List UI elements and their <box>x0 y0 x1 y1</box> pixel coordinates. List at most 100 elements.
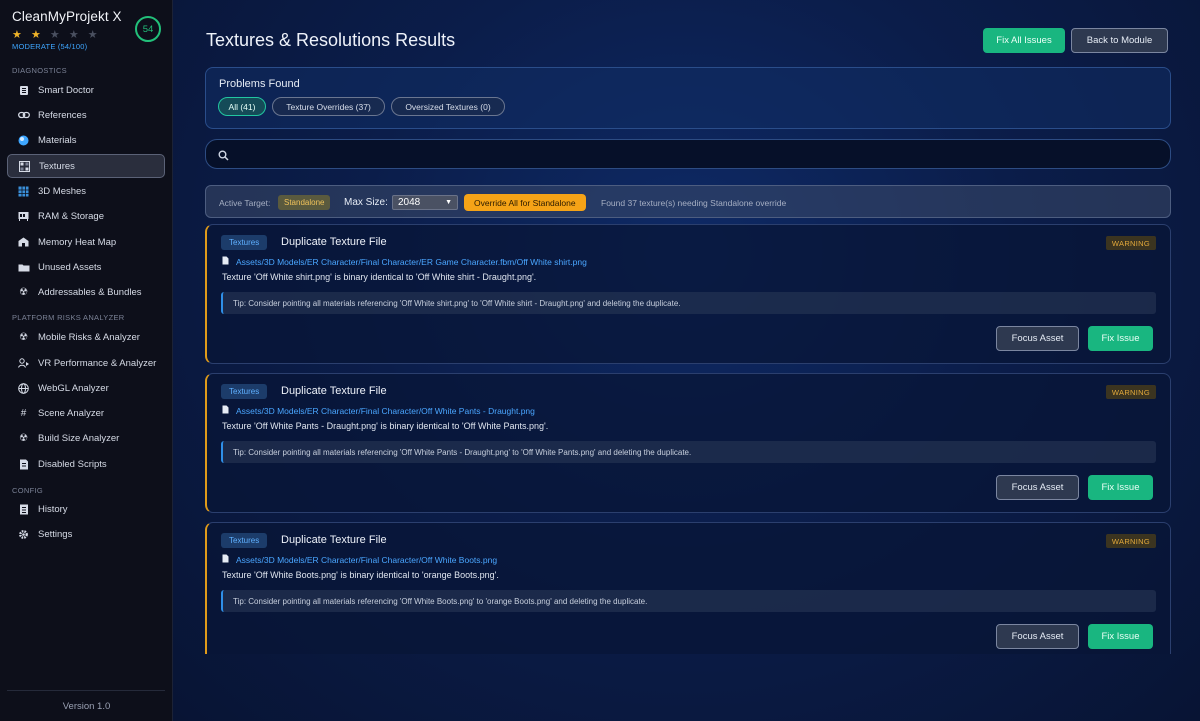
issue-list: Textures Duplicate Texture File WARNING … <box>205 224 1171 654</box>
issue-tip: Tip: Consider pointing all materials ref… <box>221 441 1156 463</box>
sidebar-item-addressables-bundles[interactable]: ☢ Addressables & Bundles <box>7 280 165 304</box>
override-all-button[interactable]: Override All for Standalone <box>464 194 586 211</box>
asset-path: Assets/3D Models/ER Character/Final Char… <box>236 554 498 565</box>
sidebar-item-vr-performance[interactable]: VR Performance & Analyzer <box>7 351 165 375</box>
section-platform-risks: PLATFORM RISKS ANALYZER <box>12 313 125 322</box>
sidebar-item-label: RAM & Storage <box>38 210 104 222</box>
sidebar-item-unused-assets[interactable]: Unused Assets <box>7 255 165 279</box>
sidebar-item-materials[interactable]: Materials <box>7 128 165 152</box>
focus-asset-button[interactable]: Focus Asset <box>996 624 1079 649</box>
globe-icon <box>17 382 30 395</box>
target-bar: Active Target: Standalone Max Size: 2048… <box>205 185 1171 218</box>
issue-description: Texture 'Off White shirt.png' is binary … <box>222 272 537 282</box>
star-icon: ★ <box>68 29 82 41</box>
heatmap-icon <box>17 236 30 249</box>
mesh-icon <box>17 185 30 198</box>
sphere-icon <box>17 134 30 147</box>
rating-stars: ★ ★ ★ ★ ★ <box>12 28 122 41</box>
file-icon <box>222 554 229 565</box>
found-count-text: Found 37 texture(s) needing Standalone o… <box>601 197 787 208</box>
fix-issue-button[interactable]: Fix Issue <box>1088 326 1153 351</box>
filter-chip-oversized-textures[interactable]: Oversized Textures (0) <box>391 97 505 116</box>
section-diagnostics: DIAGNOSTICS <box>12 66 67 75</box>
sidebar-item-history[interactable]: History <box>7 497 165 521</box>
filter-chip-texture-overrides[interactable]: Texture Overrides (37) <box>272 97 385 116</box>
search-icon <box>218 148 229 166</box>
sidebar: CleanMyProjekt X ★ ★ ★ ★ ★ MODERATE (54/… <box>0 0 173 721</box>
star-icon: ★ <box>87 29 101 41</box>
sidebar-item-settings[interactable]: Settings <box>7 522 165 546</box>
issue-description: Texture 'Off White Boots.png' is binary … <box>222 570 499 580</box>
max-size-value: 2048 <box>398 197 421 208</box>
issue-description: Texture 'Off White Pants - Draught.png' … <box>222 421 549 431</box>
asset-path-link[interactable]: Assets/3D Models/ER Character/Final Char… <box>222 405 535 416</box>
grid-icon <box>18 160 31 173</box>
fix-issue-button[interactable]: Fix Issue <box>1088 624 1153 649</box>
sidebar-item-ram-storage[interactable]: RAM & Storage <box>7 204 165 228</box>
focus-asset-button[interactable]: Focus Asset <box>996 475 1079 500</box>
history-icon <box>17 503 30 516</box>
sidebar-item-scene-analyzer[interactable]: # Scene Analyzer <box>7 401 165 425</box>
search-input[interactable] <box>205 139 1171 169</box>
sidebar-item-label: VR Performance & Analyzer <box>38 357 157 369</box>
chevron-down-icon: ▼ <box>445 199 452 206</box>
issue-card: Textures Duplicate Texture File WARNING … <box>205 373 1171 513</box>
section-config: CONFIG <box>12 486 43 495</box>
filter-chip-all[interactable]: All (41) <box>218 97 266 116</box>
sidebar-item-build-size-analyzer[interactable]: ☢ Build Size Analyzer <box>7 426 165 450</box>
radiation-icon: ☢ <box>19 331 28 343</box>
fix-all-issues-button[interactable]: Fix All Issues <box>983 28 1065 53</box>
file-icon <box>222 405 229 416</box>
brand: CleanMyProjekt X ★ ★ ★ ★ ★ MODERATE (54/… <box>12 9 122 51</box>
sidebar-item-memory-heat-map[interactable]: Memory Heat Map <box>7 230 165 254</box>
sidebar-item-label: History <box>38 503 68 515</box>
category-tag: Textures <box>221 533 268 548</box>
file-icon <box>222 256 229 267</box>
issue-title: Duplicate Texture File <box>281 385 387 397</box>
link-icon <box>17 109 30 122</box>
sidebar-item-smart-doctor[interactable]: Smart Doctor <box>7 78 165 102</box>
sidebar-item-label: Textures <box>39 160 75 172</box>
star-icon: ★ <box>12 29 25 41</box>
severity-badge: WARNING <box>1105 385 1156 399</box>
sidebar-item-3d-meshes[interactable]: 3D Meshes <box>7 179 165 203</box>
page-title: Textures & Resolutions Results <box>206 30 456 50</box>
script-icon <box>17 458 30 471</box>
hash-icon: # <box>20 407 27 419</box>
sidebar-item-webgl-analyzer[interactable]: WebGL Analyzer <box>7 376 165 400</box>
sidebar-item-label: Mobile Risks & Analyzer <box>38 331 140 343</box>
sidebar-item-label: Memory Heat Map <box>38 236 117 248</box>
sidebar-item-label: Settings <box>38 528 73 540</box>
main-panel: Textures & Resolutions Results Fix All I… <box>173 0 1200 721</box>
vr-icon <box>17 357 30 370</box>
sidebar-item-label: WebGL Analyzer <box>38 382 109 394</box>
asset-path: Assets/3D Models/ER Character/Final Char… <box>236 405 535 416</box>
sidebar-item-label: References <box>38 109 87 121</box>
sidebar-item-label: Addressables & Bundles <box>38 286 142 298</box>
active-target-label: Active Target: <box>219 197 271 208</box>
sidebar-item-references[interactable]: References <box>7 103 165 127</box>
issue-title: Duplicate Texture File <box>281 534 387 546</box>
app-title: CleanMyProjekt X <box>12 9 122 24</box>
severity-badge: WARNING <box>1105 236 1156 250</box>
asset-path-link[interactable]: Assets/3D Models/ER Character/Final Char… <box>222 256 587 267</box>
sidebar-item-label: Smart Doctor <box>38 84 94 96</box>
sidebar-item-label: Scene Analyzer <box>38 407 105 419</box>
version-label: Version 1.0 <box>62 701 111 712</box>
sidebar-item-mobile-risks[interactable]: ☢ Mobile Risks & Analyzer <box>7 325 165 349</box>
back-to-module-button[interactable]: Back to Module <box>1071 28 1168 53</box>
sidebar-item-textures[interactable]: Textures <box>7 154 165 178</box>
issue-tip: Tip: Consider pointing all materials ref… <box>221 292 1156 314</box>
asset-path: Assets/3D Models/ER Character/Final Char… <box>236 256 587 267</box>
asset-path-link[interactable]: Assets/3D Models/ER Character/Final Char… <box>222 554 497 565</box>
max-size-select[interactable]: 2048 ▼ <box>392 195 458 210</box>
category-tag: Textures <box>221 384 268 399</box>
focus-asset-button[interactable]: Focus Asset <box>996 326 1079 351</box>
issue-card: Textures Duplicate Texture File WARNING … <box>205 224 1171 364</box>
issue-title: Duplicate Texture File <box>281 236 387 248</box>
fix-issue-button[interactable]: Fix Issue <box>1088 475 1153 500</box>
sidebar-item-label: Disabled Scripts <box>38 458 107 470</box>
category-tag: Textures <box>221 235 268 250</box>
sidebar-item-disabled-scripts[interactable]: Disabled Scripts <box>7 452 165 476</box>
radiation-icon: ☢ <box>19 286 28 298</box>
